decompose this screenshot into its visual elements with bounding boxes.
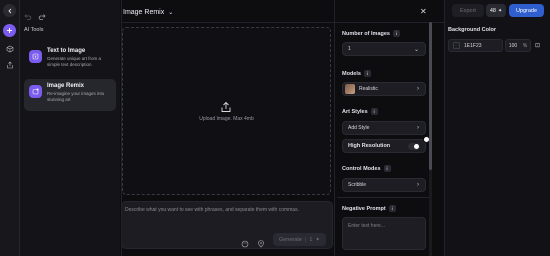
color-swatch[interactable] [453,42,460,49]
settings-scrollbar-thumb[interactable] [429,22,432,170]
eyedropper-icon[interactable]: ⊡ [535,42,540,49]
tool-name: Image Remix [47,83,85,89]
left-rail [0,0,20,256]
label-text: Art Styles [342,108,368,115]
tool-image-remix[interactable]: Image Remix Re-imagine your images into … [24,79,116,111]
select-value: 1 [348,46,351,52]
page-title-text: Image Remix [123,9,165,16]
high-resolution-row: High Resolution [342,139,426,153]
info-icon[interactable]: i [363,70,371,77]
chevron-right-icon: › [417,86,419,92]
share-icon[interactable] [3,58,16,71]
chevron-right-icon: › [417,125,419,131]
upload-label: Upload Image. Max 4mb [199,116,254,122]
models-label: Models i [342,70,371,77]
info-icon[interactable]: i [370,108,378,115]
generate-button[interactable]: Generate | 1 ✦ [273,233,326,246]
credits-badge[interactable]: 48 ✦ [486,4,506,17]
label-text: Control Modes [342,165,381,172]
page-title[interactable]: Image Remix ⌄ [123,9,173,16]
tool-name: Text to Image [47,48,86,54]
upgrade-button[interactable]: Upgrade [509,4,544,17]
select-value: Realistic [359,86,378,92]
label-text: Models [342,70,361,77]
back-icon[interactable] [3,4,16,17]
remix-icon [29,85,42,98]
info-icon[interactable]: i [388,205,396,212]
hex-value: 1E1F23 [464,42,482,49]
palette-icon[interactable] [241,235,249,253]
undo-icon[interactable] [24,7,32,25]
control-mode-select[interactable]: Scribble › [342,178,426,192]
tool-description: Re-imagine your images into stunning art [47,91,105,102]
cube-icon[interactable] [3,42,16,55]
negative-prompt-label: Negative Prompt i [342,205,396,212]
generate-separator: | [304,236,307,243]
chevron-down-icon: ⌄ [413,46,419,53]
divider [337,197,429,198]
tools-section-title: AI Tools [24,27,44,33]
tool-text-to-image[interactable]: Text to Image Generate unique art from a… [24,44,116,76]
tools-panel [20,0,120,256]
divider [334,0,335,256]
divider [121,0,122,256]
number-of-images-select[interactable]: 1 ⌄ [342,42,426,56]
negative-prompt-placeholder: Enter text here... [348,223,385,229]
control-modes-label: Control Modes i [342,165,391,172]
close-icon[interactable]: ✕ [420,7,427,16]
art-styles-label: Art Styles i [342,108,378,115]
generate-label: Generate [278,236,302,243]
export-button[interactable]: Export [452,4,484,17]
number-of-images-label: Number of Images i [342,30,400,37]
text-image-icon [29,50,42,63]
select-value: Scribble [348,182,367,188]
prompt-placeholder: Describe what you want to see with phras… [125,207,299,213]
opacity-value: 100 [508,42,518,49]
info-icon[interactable]: i [392,30,400,37]
chevron-right-icon: › [417,182,419,188]
label-text: Number of Images [342,30,390,37]
location-icon[interactable] [257,235,265,253]
generate-cost: 1 [309,236,313,243]
info-icon[interactable]: i [383,165,391,172]
model-thumbnail [345,84,355,94]
chevron-down-icon: ⌄ [168,10,174,16]
background-color-label: Background Color [448,27,496,33]
plus-icon[interactable] [3,24,16,37]
background-hex-input[interactable]: 1E1F23 [448,39,503,52]
negative-prompt-input[interactable]: Enter text here... [342,217,426,250]
tool-description: Generate unique art from a simple text d… [47,56,102,67]
opacity-unit: % [522,42,528,49]
high-resolution-toggle[interactable] [408,143,420,150]
models-select[interactable]: Realistic › [342,82,426,96]
credits-count: 48 [489,7,496,14]
background-opacity-input[interactable]: 100 % [505,39,531,52]
high-resolution-label: High Resolution [348,143,391,149]
header-divider [121,22,444,23]
add-style-label: Add Style [348,125,370,131]
sparkle-icon: ✦ [315,236,321,243]
sparkle-icon: ✦ [497,7,503,14]
add-style-button[interactable]: Add Style › [342,121,426,135]
label-text: Negative Prompt [342,205,386,212]
redo-icon[interactable] [38,7,46,25]
